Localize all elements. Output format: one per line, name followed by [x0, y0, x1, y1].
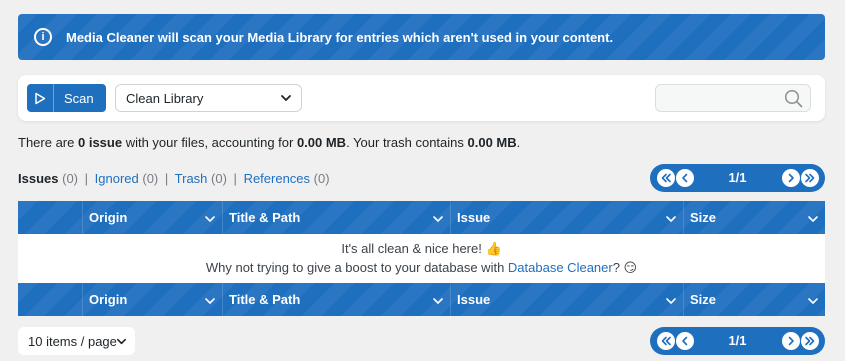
issue-count: 0 issue: [77, 135, 123, 150]
filter-separator: |: [164, 171, 169, 186]
chevron-down-icon: [665, 212, 677, 227]
first-page-icon[interactable]: [657, 332, 675, 350]
column-origin[interactable]: Origin: [82, 201, 222, 234]
column-title-path-label: Title & Path: [229, 210, 301, 225]
column-size-label: Size: [690, 292, 717, 307]
filter-trash-count: (0): [211, 171, 227, 186]
column-size[interactable]: Size: [683, 201, 825, 234]
prev-page-icon[interactable]: [676, 332, 694, 350]
search-box: [655, 84, 811, 112]
scan-method-select[interactable]: Clean Library: [115, 84, 302, 112]
next-page-icon[interactable]: [782, 332, 800, 350]
scan-button-label: Scan: [64, 90, 94, 106]
empty-message: It's all clean & nice here! 👍: [341, 241, 502, 256]
chevron-down-icon: [807, 294, 819, 309]
summary-suffix: .: [516, 135, 521, 150]
play-icon: [27, 84, 54, 112]
pagination-bottom: 1/1: [650, 327, 825, 355]
toolbar: Scan Clean Library: [18, 75, 825, 121]
scan-method-value: Clean Library: [126, 90, 204, 106]
chevron-down-icon: [204, 212, 216, 227]
prev-page-icon[interactable]: [676, 169, 694, 187]
chevron-down-icon: [204, 294, 216, 309]
column-title-path[interactable]: Title & Path: [222, 283, 450, 316]
filter-separator: |: [84, 171, 89, 186]
items-per-page-value: 10 items / page: [28, 333, 117, 349]
column-issue[interactable]: Issue: [450, 283, 683, 316]
next-page-icon[interactable]: [782, 169, 800, 187]
chevron-down-icon: [116, 335, 127, 350]
column-origin[interactable]: Origin: [82, 283, 222, 316]
column-issue[interactable]: Issue: [450, 201, 683, 234]
table-header: Origin Title & Path Issue Size: [18, 201, 825, 234]
chevron-down-icon: [665, 294, 677, 309]
column-title-path-label: Title & Path: [229, 292, 301, 307]
chevron-down-icon: [280, 92, 292, 107]
search-icon[interactable]: [784, 89, 803, 111]
summary-text: There are 0 issue with your files, accou…: [18, 135, 520, 150]
column-size-label: Size: [690, 210, 717, 225]
summary-prefix: There are: [18, 135, 78, 150]
filter-ignored[interactable]: Ignored: [95, 171, 139, 186]
database-cleaner-link[interactable]: Database Cleaner: [508, 260, 613, 275]
column-origin-label: Origin: [89, 292, 128, 307]
column-size[interactable]: Size: [683, 283, 825, 316]
summary-trash-prefix: . Your trash contains: [346, 135, 468, 150]
empty-suggestion-prefix: Why not trying to give a boost to your d…: [205, 260, 508, 275]
last-page-icon[interactable]: [801, 332, 819, 350]
column-title-path[interactable]: Title & Path: [222, 201, 450, 234]
filter-tabs: Issues (0) | Ignored (0) | Trash (0) | R…: [18, 171, 330, 186]
filter-ignored-count: (0): [142, 171, 159, 186]
notice-text: Media Cleaner will scan your Media Libra…: [66, 29, 614, 45]
trash-size: 0.00 MB: [467, 135, 517, 150]
column-issue-label: Issue: [457, 292, 491, 307]
chevron-down-icon: [432, 294, 444, 309]
summary-middle: with your files, accounting for: [122, 135, 297, 150]
filter-references[interactable]: References: [244, 171, 310, 186]
chevron-down-icon: [807, 212, 819, 227]
table-footer: Origin Title & Path Issue Size: [18, 283, 825, 316]
filter-issues[interactable]: Issues: [18, 171, 58, 186]
table-empty-state: It's all clean & nice here! 👍 Why not tr…: [18, 234, 825, 283]
chevron-down-icon: [432, 212, 444, 227]
filter-issues-count: (0): [62, 171, 78, 186]
files-size: 0.00 MB: [296, 135, 347, 150]
empty-suggestion: Why not trying to give a boost to your d…: [18, 260, 825, 276]
column-origin-label: Origin: [89, 210, 128, 225]
empty-suggestion-suffix: ? 😏: [612, 260, 638, 275]
pagination-top: 1/1: [650, 164, 825, 192]
filter-references-count: (0): [313, 171, 330, 186]
search-input[interactable]: [656, 85, 776, 111]
info-notice: i Media Cleaner will scan your Media Lib…: [18, 14, 825, 60]
items-per-page-select[interactable]: 10 items / page: [18, 327, 135, 355]
filter-trash[interactable]: Trash: [175, 171, 208, 186]
scan-button[interactable]: Scan: [27, 84, 106, 112]
filter-separator: |: [233, 171, 237, 186]
column-issue-label: Issue: [457, 210, 491, 225]
last-page-icon[interactable]: [801, 169, 819, 187]
info-icon: i: [34, 28, 52, 46]
first-page-icon[interactable]: [657, 169, 675, 187]
